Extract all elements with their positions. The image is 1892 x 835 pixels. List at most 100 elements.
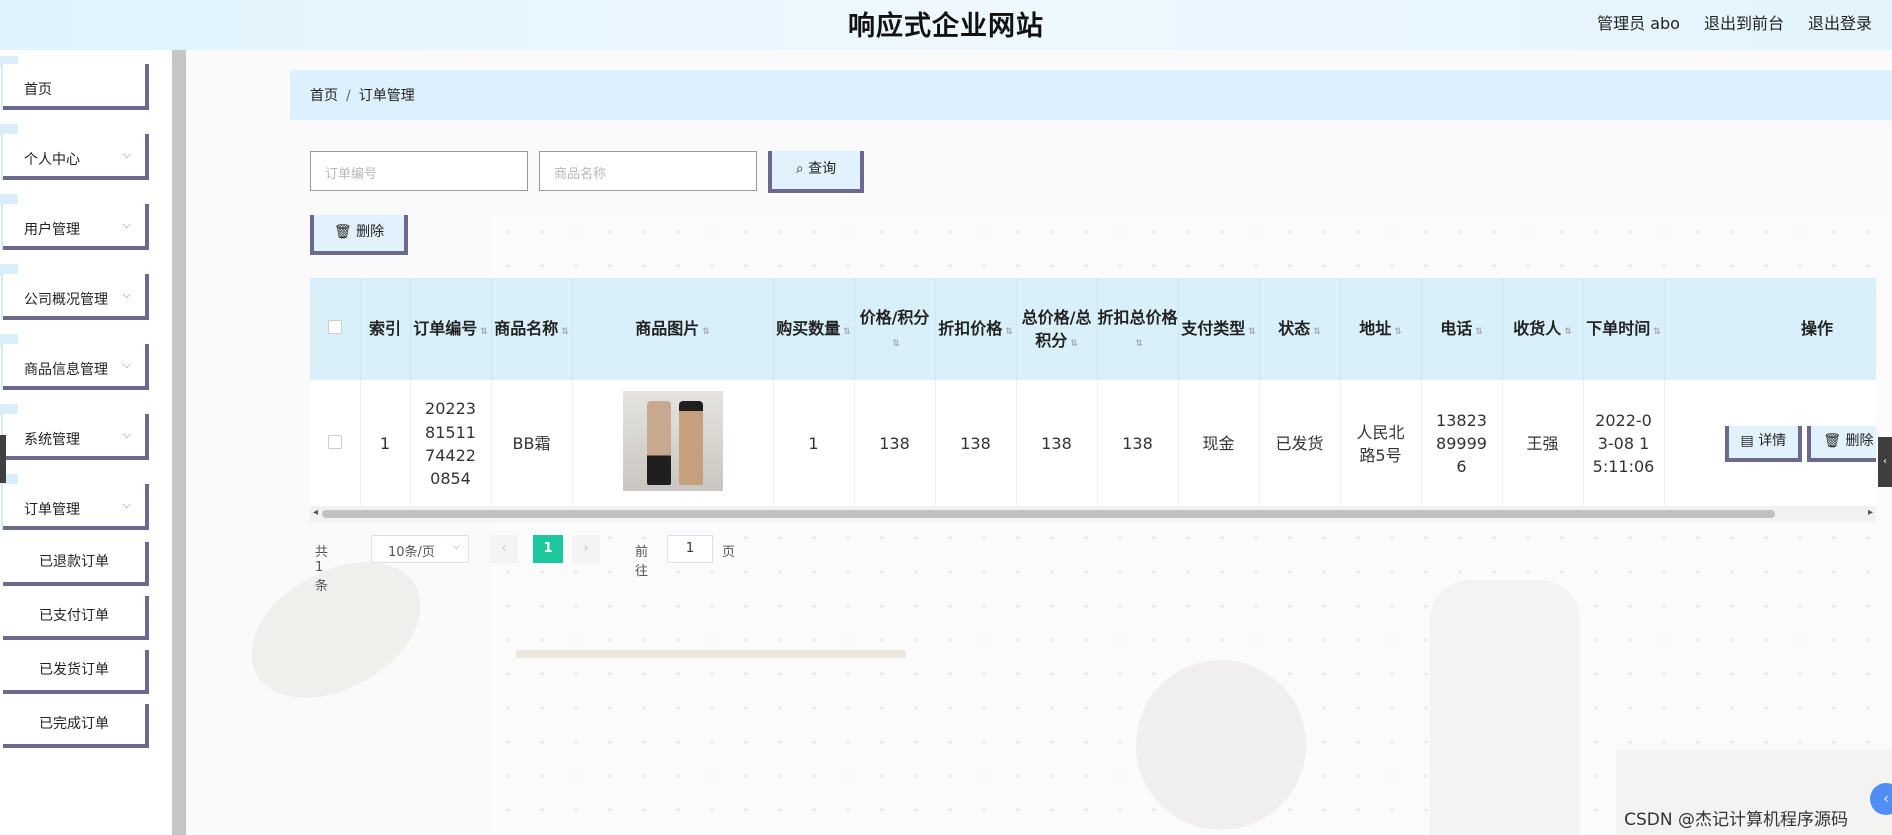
cell-quantity: 1 bbox=[773, 380, 855, 506]
scroll-left-icon[interactable]: ◂ bbox=[313, 507, 318, 518]
admin-user-label[interactable]: 管理员 abo bbox=[1597, 10, 1680, 34]
back-to-front-link[interactable]: 退出到前台 bbox=[1704, 10, 1784, 34]
sidebar-subitem-completed[interactable]: 已完成订单 bbox=[3, 704, 149, 748]
sidebar-item-user-management[interactable]: 用户管理 ⌵ bbox=[3, 204, 149, 250]
table-horizontal-scrollbar[interactable]: ◂ ▸ bbox=[310, 506, 1876, 522]
sidebar-item-company-overview[interactable]: 公司概况管理 ⌵ bbox=[3, 274, 149, 320]
watermark: CSDN @杰记计算机程序源码 bbox=[1624, 810, 1848, 830]
sidebar-item-personal-center[interactable]: 个人中心 ⌵ bbox=[3, 134, 149, 180]
query-button[interactable]: ⌕ 查询 bbox=[768, 151, 864, 193]
detail-button[interactable]: ▤ 详情 bbox=[1724, 425, 1803, 462]
sidebar-subitem-paid[interactable]: 已支付订单 bbox=[3, 596, 149, 640]
next-page-button[interactable]: › bbox=[572, 535, 600, 563]
delete-button-label: 删除 bbox=[356, 224, 385, 240]
goto-label: 前往 bbox=[635, 545, 649, 579]
sidebar-item-home[interactable]: 首页 bbox=[3, 64, 149, 110]
column-header-quantity[interactable]: 购买数量 ⇅ bbox=[773, 278, 855, 380]
column-header-total[interactable]: 总价格/总积分 ⇅ bbox=[1016, 278, 1098, 380]
sort-icon: ⇅ bbox=[1394, 327, 1402, 338]
column-header-index: 索引 bbox=[360, 278, 411, 380]
batch-delete-button[interactable]: 🗑 删除 bbox=[310, 215, 408, 255]
column-header-product-name[interactable]: 商品名称 ⇅ bbox=[491, 278, 573, 380]
row-delete-button[interactable]: 🗑 删除 bbox=[1807, 425, 1876, 462]
sidebar-item-label: 公司概况管理 bbox=[24, 292, 108, 308]
breadcrumb-home[interactable]: 首页 bbox=[310, 88, 338, 104]
sidebar-item-label: 系统管理 bbox=[24, 432, 80, 448]
sidebar-item-label: 商品信息管理 bbox=[24, 362, 108, 378]
sort-icon: ⇅ bbox=[1313, 327, 1321, 338]
prev-page-button[interactable]: ‹ bbox=[490, 535, 518, 563]
column-header-discount-total[interactable]: 折扣总价格⇅ bbox=[1097, 278, 1179, 380]
sidebar-subitem-refunded[interactable]: 已退款订单 bbox=[3, 542, 149, 586]
sort-icon: ⇅ bbox=[1005, 327, 1013, 338]
cell-discount-price: 138 bbox=[935, 380, 1017, 506]
cell-product-image bbox=[572, 380, 774, 506]
sort-icon: ⇅ bbox=[1653, 327, 1661, 338]
column-header-receiver[interactable]: 收货人 ⇅ bbox=[1502, 278, 1584, 380]
breadcrumb: 首页 / 订单管理 bbox=[290, 70, 1892, 120]
chevron-down-icon: ⌵ bbox=[452, 541, 460, 552]
sidebar-item-system[interactable]: 系统管理 ⌵ bbox=[3, 414, 149, 460]
cell-address: 人民北路5号 bbox=[1340, 380, 1422, 506]
row-select-cell[interactable] bbox=[310, 380, 361, 506]
chevron-down-icon: ⌵ bbox=[122, 428, 131, 441]
column-header-address[interactable]: 地址 ⇅ bbox=[1340, 278, 1422, 380]
order-table: 索引 订单编号 ⇅ 商品名称 ⇅ 商品图片 ⇅ 购买数量 ⇅ 价格/积分⇅ 折扣价格 ⇅ … bbox=[310, 278, 1876, 506]
select-all-checkbox[interactable] bbox=[327, 320, 342, 335]
top-bar: 响应式企业网站 管理员 abo 退出到前台 退出登录 bbox=[0, 0, 1892, 50]
product-name-input[interactable]: 商品名称 bbox=[539, 151, 757, 191]
sidebar: 首页 个人中心 ⌵ 用户管理 ⌵ 公司概况管理 ⌵ 商品信息管理 ⌵ 系统管理 … bbox=[0, 50, 172, 835]
column-header-product-image[interactable]: 商品图片 ⇅ bbox=[572, 278, 774, 380]
logout-link[interactable]: 退出登录 bbox=[1808, 10, 1872, 34]
page-number-button[interactable]: 1 bbox=[533, 535, 563, 563]
top-links: 管理员 abo 退出到前台 退出登录 bbox=[1597, 10, 1872, 34]
trash-icon: 🗑 bbox=[1823, 432, 1842, 449]
column-header-status[interactable]: 状态 ⇅ bbox=[1259, 278, 1341, 380]
sort-icon: ⇅ bbox=[702, 327, 710, 338]
row-checkbox[interactable] bbox=[327, 435, 342, 450]
cell-order-no: 2022381511744220854 bbox=[410, 380, 492, 506]
column-header-pay-type[interactable]: 支付类型 ⇅ bbox=[1178, 278, 1260, 380]
scroll-right-icon[interactable]: ▸ bbox=[1868, 507, 1873, 518]
right-edge-tab[interactable]: ‹ bbox=[1878, 437, 1892, 487]
cell-actions: ▤ 详情 🗑 删除 bbox=[1664, 380, 1876, 506]
sidebar-item-label: 首页 bbox=[24, 82, 52, 98]
column-header-price[interactable]: 价格/积分⇅ bbox=[854, 278, 936, 380]
background-leaf bbox=[231, 545, 441, 715]
pagination-total: 共 1 条 bbox=[315, 545, 329, 594]
cell-index: 1 bbox=[360, 380, 411, 506]
cell-phone: 13823899996 bbox=[1421, 380, 1503, 506]
sort-icon: ⇅ bbox=[843, 327, 851, 338]
chevron-down-icon: ⌵ bbox=[122, 148, 131, 161]
column-header-phone[interactable]: 电话 ⇅ bbox=[1421, 278, 1503, 380]
chevron-down-icon: ⌵ bbox=[122, 288, 131, 301]
cell-discount-total: 138 bbox=[1097, 380, 1179, 506]
table-header-row: 索引 订单编号 ⇅ 商品名称 ⇅ 商品图片 ⇅ 购买数量 ⇅ 价格/积分⇅ 折扣价格 ⇅ … bbox=[310, 278, 1876, 380]
sidebar-scrollbar[interactable] bbox=[172, 50, 186, 835]
sidebar-item-label: 用户管理 bbox=[24, 222, 80, 238]
order-no-input[interactable]: 订单编号 bbox=[310, 151, 528, 191]
query-button-label: 查询 bbox=[808, 161, 837, 177]
column-header-order-time[interactable]: 下单时间 ⇅ bbox=[1583, 278, 1665, 380]
sort-icon: ⇅ bbox=[892, 339, 900, 349]
sidebar-item-orders[interactable]: 订单管理 ⌵ bbox=[3, 484, 149, 530]
product-thumbnail[interactable] bbox=[622, 390, 723, 491]
chevron-down-icon: ⌵ bbox=[122, 498, 131, 511]
select-all-cell[interactable] bbox=[310, 278, 361, 380]
goto-page-input[interactable]: 1 bbox=[667, 535, 713, 563]
cell-receiver: 王强 bbox=[1502, 380, 1584, 506]
left-edge-tab[interactable] bbox=[0, 435, 6, 483]
sidebar-item-product-info[interactable]: 商品信息管理 ⌵ bbox=[3, 344, 149, 390]
cell-total: 138 bbox=[1016, 380, 1098, 506]
column-header-order-no[interactable]: 订单编号 ⇅ bbox=[410, 278, 492, 380]
page-size-select[interactable]: 10条/页 ⌵ bbox=[371, 535, 469, 563]
background-cylinder bbox=[1430, 580, 1580, 835]
sidebar-subitem-shipped[interactable]: 已发货订单 bbox=[3, 650, 149, 694]
page-suffix-label: 页 bbox=[722, 545, 736, 560]
search-icon: ⌕ bbox=[795, 161, 804, 177]
sidebar-item-label: 订单管理 bbox=[24, 502, 80, 518]
sort-icon: ⇅ bbox=[1248, 327, 1256, 338]
column-header-discount-price[interactable]: 折扣价格 ⇅ bbox=[935, 278, 1017, 380]
cell-pay-type: 现金 bbox=[1178, 380, 1260, 506]
scrollbar-thumb[interactable] bbox=[322, 510, 1775, 518]
